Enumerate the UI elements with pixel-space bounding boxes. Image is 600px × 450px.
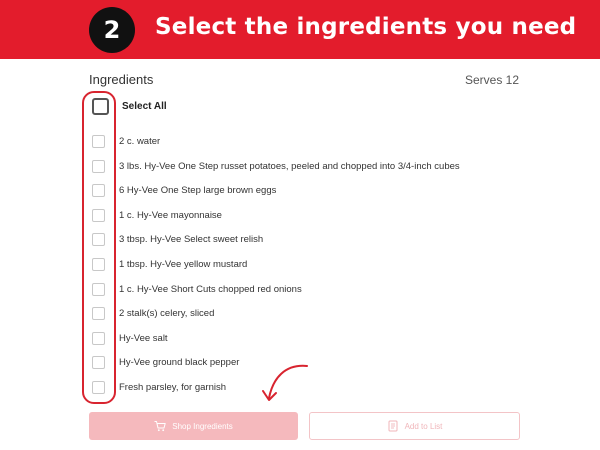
ingredient-checkbox[interactable] xyxy=(92,159,105,173)
ingredient-item[interactable]: Hy-Vee salt xyxy=(0,327,600,351)
add-to-list-button[interactable]: Add to List xyxy=(309,412,520,440)
select-all-label[interactable]: Select All xyxy=(122,101,167,112)
ingredient-item[interactable]: 1 tbsp. Hy-Vee yellow mustard xyxy=(0,253,600,277)
ingredient-item[interactable]: 2 c. water xyxy=(0,130,600,154)
shop-ingredients-label: Shop Ingredients xyxy=(172,421,233,431)
ingredient-item[interactable]: 3 tbsp. Hy-Vee Select sweet relish xyxy=(0,228,600,252)
shop-ingredients-button[interactable]: Shop Ingredients xyxy=(89,412,298,440)
pointer-arrow xyxy=(262,364,308,401)
ingredient-checkbox[interactable] xyxy=(92,135,105,148)
ingredient-label: Hy-Vee salt xyxy=(119,332,168,344)
ingredient-checkbox[interactable] xyxy=(92,184,105,198)
step-number-badge: 2 xyxy=(89,7,135,53)
ingredient-checkbox[interactable] xyxy=(92,282,105,296)
ingredient-label: 1 tbsp. Hy-Vee yellow mustard xyxy=(119,259,248,270)
serves-count: Serves 12 xyxy=(464,73,519,87)
ingredient-label: 3 lbs. Hy-Vee One Step russet potatoes, … xyxy=(119,160,460,172)
banner-title: Select the ingredients you need xyxy=(155,14,577,40)
ingredient-label: 3 tbsp. Hy-Vee Select sweet relish xyxy=(119,234,264,246)
ingredients-heading: Ingredients xyxy=(89,72,154,87)
select-all-checkbox[interactable] xyxy=(92,98,109,115)
ingredient-label: Hy-Vee ground black pepper xyxy=(119,357,240,369)
ingredient-label: Fresh parsley, for garnish xyxy=(119,382,227,393)
ingredient-item[interactable]: 2 stalk(s) celery, sliced xyxy=(0,302,600,326)
ingredient-label: 1 c. Hy-Vee mayonnaise xyxy=(119,209,222,221)
ingredient-item[interactable]: 1 c. Hy-Vee Short Cuts chopped red onion… xyxy=(0,278,600,302)
instruction-banner: 2 Select the ingredients you need xyxy=(0,0,600,59)
ingredient-label: 6 Hy-Vee One Step large brown eggs xyxy=(119,185,277,197)
ingredient-item[interactable]: 1 c. Hy-Vee mayonnaise xyxy=(0,204,600,228)
ingredient-checkbox[interactable] xyxy=(92,258,105,271)
ingredient-checkbox[interactable] xyxy=(92,307,105,321)
ingredient-label: 1 c. Hy-Vee Short Cuts chopped red onion… xyxy=(119,283,302,295)
ingredient-checkbox[interactable] xyxy=(92,208,105,222)
ingredient-label: 2 c. water xyxy=(119,136,161,147)
ingredient-checkbox[interactable] xyxy=(92,381,105,394)
list-icon xyxy=(388,420,398,432)
ingredient-item[interactable]: 3 lbs. Hy-Vee One Step russet potatoes, … xyxy=(0,155,600,179)
ingredient-item[interactable]: 6 Hy-Vee One Step large brown eggs xyxy=(0,179,600,203)
ingredient-checkbox[interactable] xyxy=(92,356,105,370)
ingredient-label: 2 stalk(s) celery, sliced xyxy=(119,308,215,320)
ingredient-checkbox[interactable] xyxy=(92,233,105,247)
add-to-list-label: Add to List xyxy=(404,421,443,431)
ingredient-checkbox[interactable] xyxy=(92,331,105,345)
cart-icon xyxy=(154,421,166,432)
